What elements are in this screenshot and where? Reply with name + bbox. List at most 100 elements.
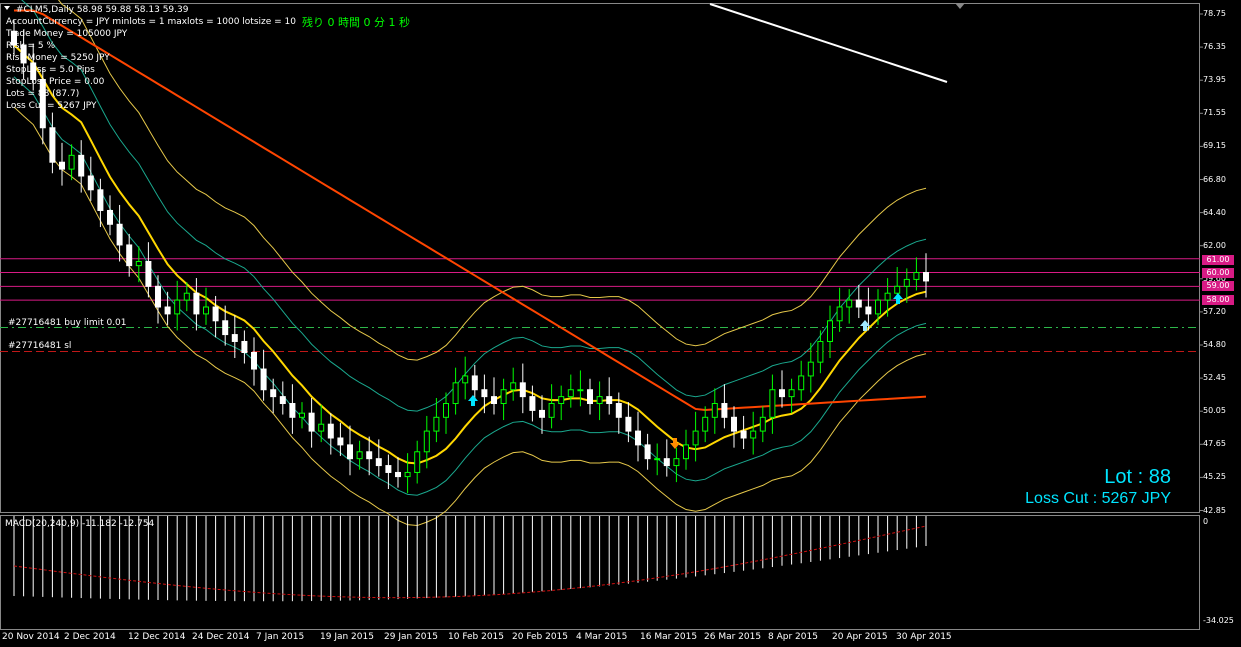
long-ma-line [709,3,948,83]
candle-body [375,458,382,467]
candle-body [654,458,661,461]
candle-body [491,396,497,405]
info-line-trade-money: Trade Money = 105000 JPY [6,29,128,39]
price-axis-label: 64.40 [1203,207,1226,217]
level-tag-60: 60.00 [1202,268,1234,278]
info-line-currency: AccountCurrency = JPY minlots = 1 maxlot… [6,17,296,27]
candle-body [673,458,680,467]
price-axis-label: 54.80 [1203,340,1226,349]
candle-body [241,340,248,354]
lot-display: Lot : 88 [1104,466,1171,488]
price-axis-label: 66.80 [1203,174,1226,184]
menu-triangle-icon[interactable] [4,6,10,10]
info-line-loss-cut: Loss Cut = 5267 JPY [6,101,97,111]
order-buy-limit-label[interactable]: #27716481 buy limit 0.01 [8,318,127,328]
band-outer-lower [13,106,927,527]
candle-body [164,306,171,315]
main-chart-frame [0,3,1200,513]
candle-body [817,340,824,363]
candle-body [193,292,200,315]
candle-body [903,278,910,287]
candle-body [212,306,219,322]
candle-body [539,409,545,418]
order-sl-label[interactable]: #27716481 sl [8,341,71,351]
candle-body [471,375,478,391]
candle-body [433,416,440,432]
price-axis-label: 62.00 [1203,240,1226,250]
candle-body [769,389,776,418]
candle-body [596,396,603,405]
candle-body [462,375,469,384]
candle-body [222,320,229,336]
info-line-stoploss-price: StopLoss Price = 0.00 [6,77,105,87]
loss-cut-display: Loss Cut : 5267 JPY [1025,490,1171,507]
candle-body [270,389,277,398]
candle-body [587,389,593,405]
candle-body [107,209,113,225]
candle-body [625,416,632,432]
candle-body [519,382,526,398]
band-outer-upper [57,0,927,361]
price-axis-label: 78.75 [1203,9,1226,18]
candle-body [615,403,622,418]
level-tag-61: 61.00 [1202,255,1234,265]
price-axis-label: 50.05 [1203,406,1226,416]
info-line-lots: Lots = 88 (87.7) [6,89,80,99]
candle-body [529,396,536,411]
candle-body [260,368,267,391]
candle-body [452,382,459,405]
date-axis-label: 12 Dec 2014 [128,632,186,642]
arrow-down-icon [670,438,680,449]
candle-body [97,189,104,211]
chart-svg[interactable] [0,0,1241,647]
candle-body [663,458,670,467]
macd-label: MACD(20,240,9) -11.182 -12.754 [5,519,155,529]
date-axis-label: 26 Mar 2015 [704,632,762,642]
date-axis-label: 7 Jan 2015 [256,632,305,642]
candle-body [183,292,190,301]
info-line-risk: Risk = 5 % [6,41,56,51]
date-axis-label: 20 Nov 2014 [2,632,60,642]
candle-body [750,430,757,439]
candle-body [49,127,56,163]
price-axis-label: 47.65 [1203,439,1226,449]
candle-body [145,261,152,287]
candle-body [414,451,421,473]
chart-window[interactable]: #CLM5,Daily 58.98 59.88 58.13 59.39 Acco… [0,0,1241,647]
macd-axis-bottom: -34.025 [1203,616,1234,625]
candle-body [846,299,853,308]
price-axis-label: 42.85 [1203,505,1226,515]
candle-body [87,175,94,191]
date-axis-label: 10 Feb 2015 [448,632,505,642]
candle-body [155,285,161,308]
candle-body [692,430,699,446]
candle-body [231,334,238,342]
candle-body [577,389,584,392]
date-axis-label: 20 Feb 2015 [512,632,569,642]
candle-body [126,244,133,267]
candle-body [174,299,181,315]
date-axis-label: 2 Dec 2014 [64,632,116,642]
price-axis-label: 69.15 [1203,141,1226,151]
candle-body [68,154,75,170]
band-inner-upper [21,0,927,412]
date-axis-label: 16 Mar 2015 [640,632,698,642]
candle-body [683,444,689,460]
chart-title: #CLM5,Daily 58.98 59.88 58.13 59.39 [16,5,189,15]
macd-signal-line [13,525,927,599]
candle-body [644,444,651,460]
candle-body [884,292,891,301]
candle-body [59,161,65,170]
candle-body [423,430,430,453]
candle-body [279,396,286,405]
date-axis-label: 30 Apr 2015 [896,632,952,642]
candle-body [558,396,565,405]
candle-body [135,261,142,267]
candle-body [711,403,718,418]
candle-body [567,389,574,398]
scroll-marker-icon[interactable] [955,3,965,9]
candle-body [510,382,517,391]
candle-body [78,154,85,177]
price-axis-label: 45.25 [1203,472,1226,482]
candle-body [923,272,929,282]
